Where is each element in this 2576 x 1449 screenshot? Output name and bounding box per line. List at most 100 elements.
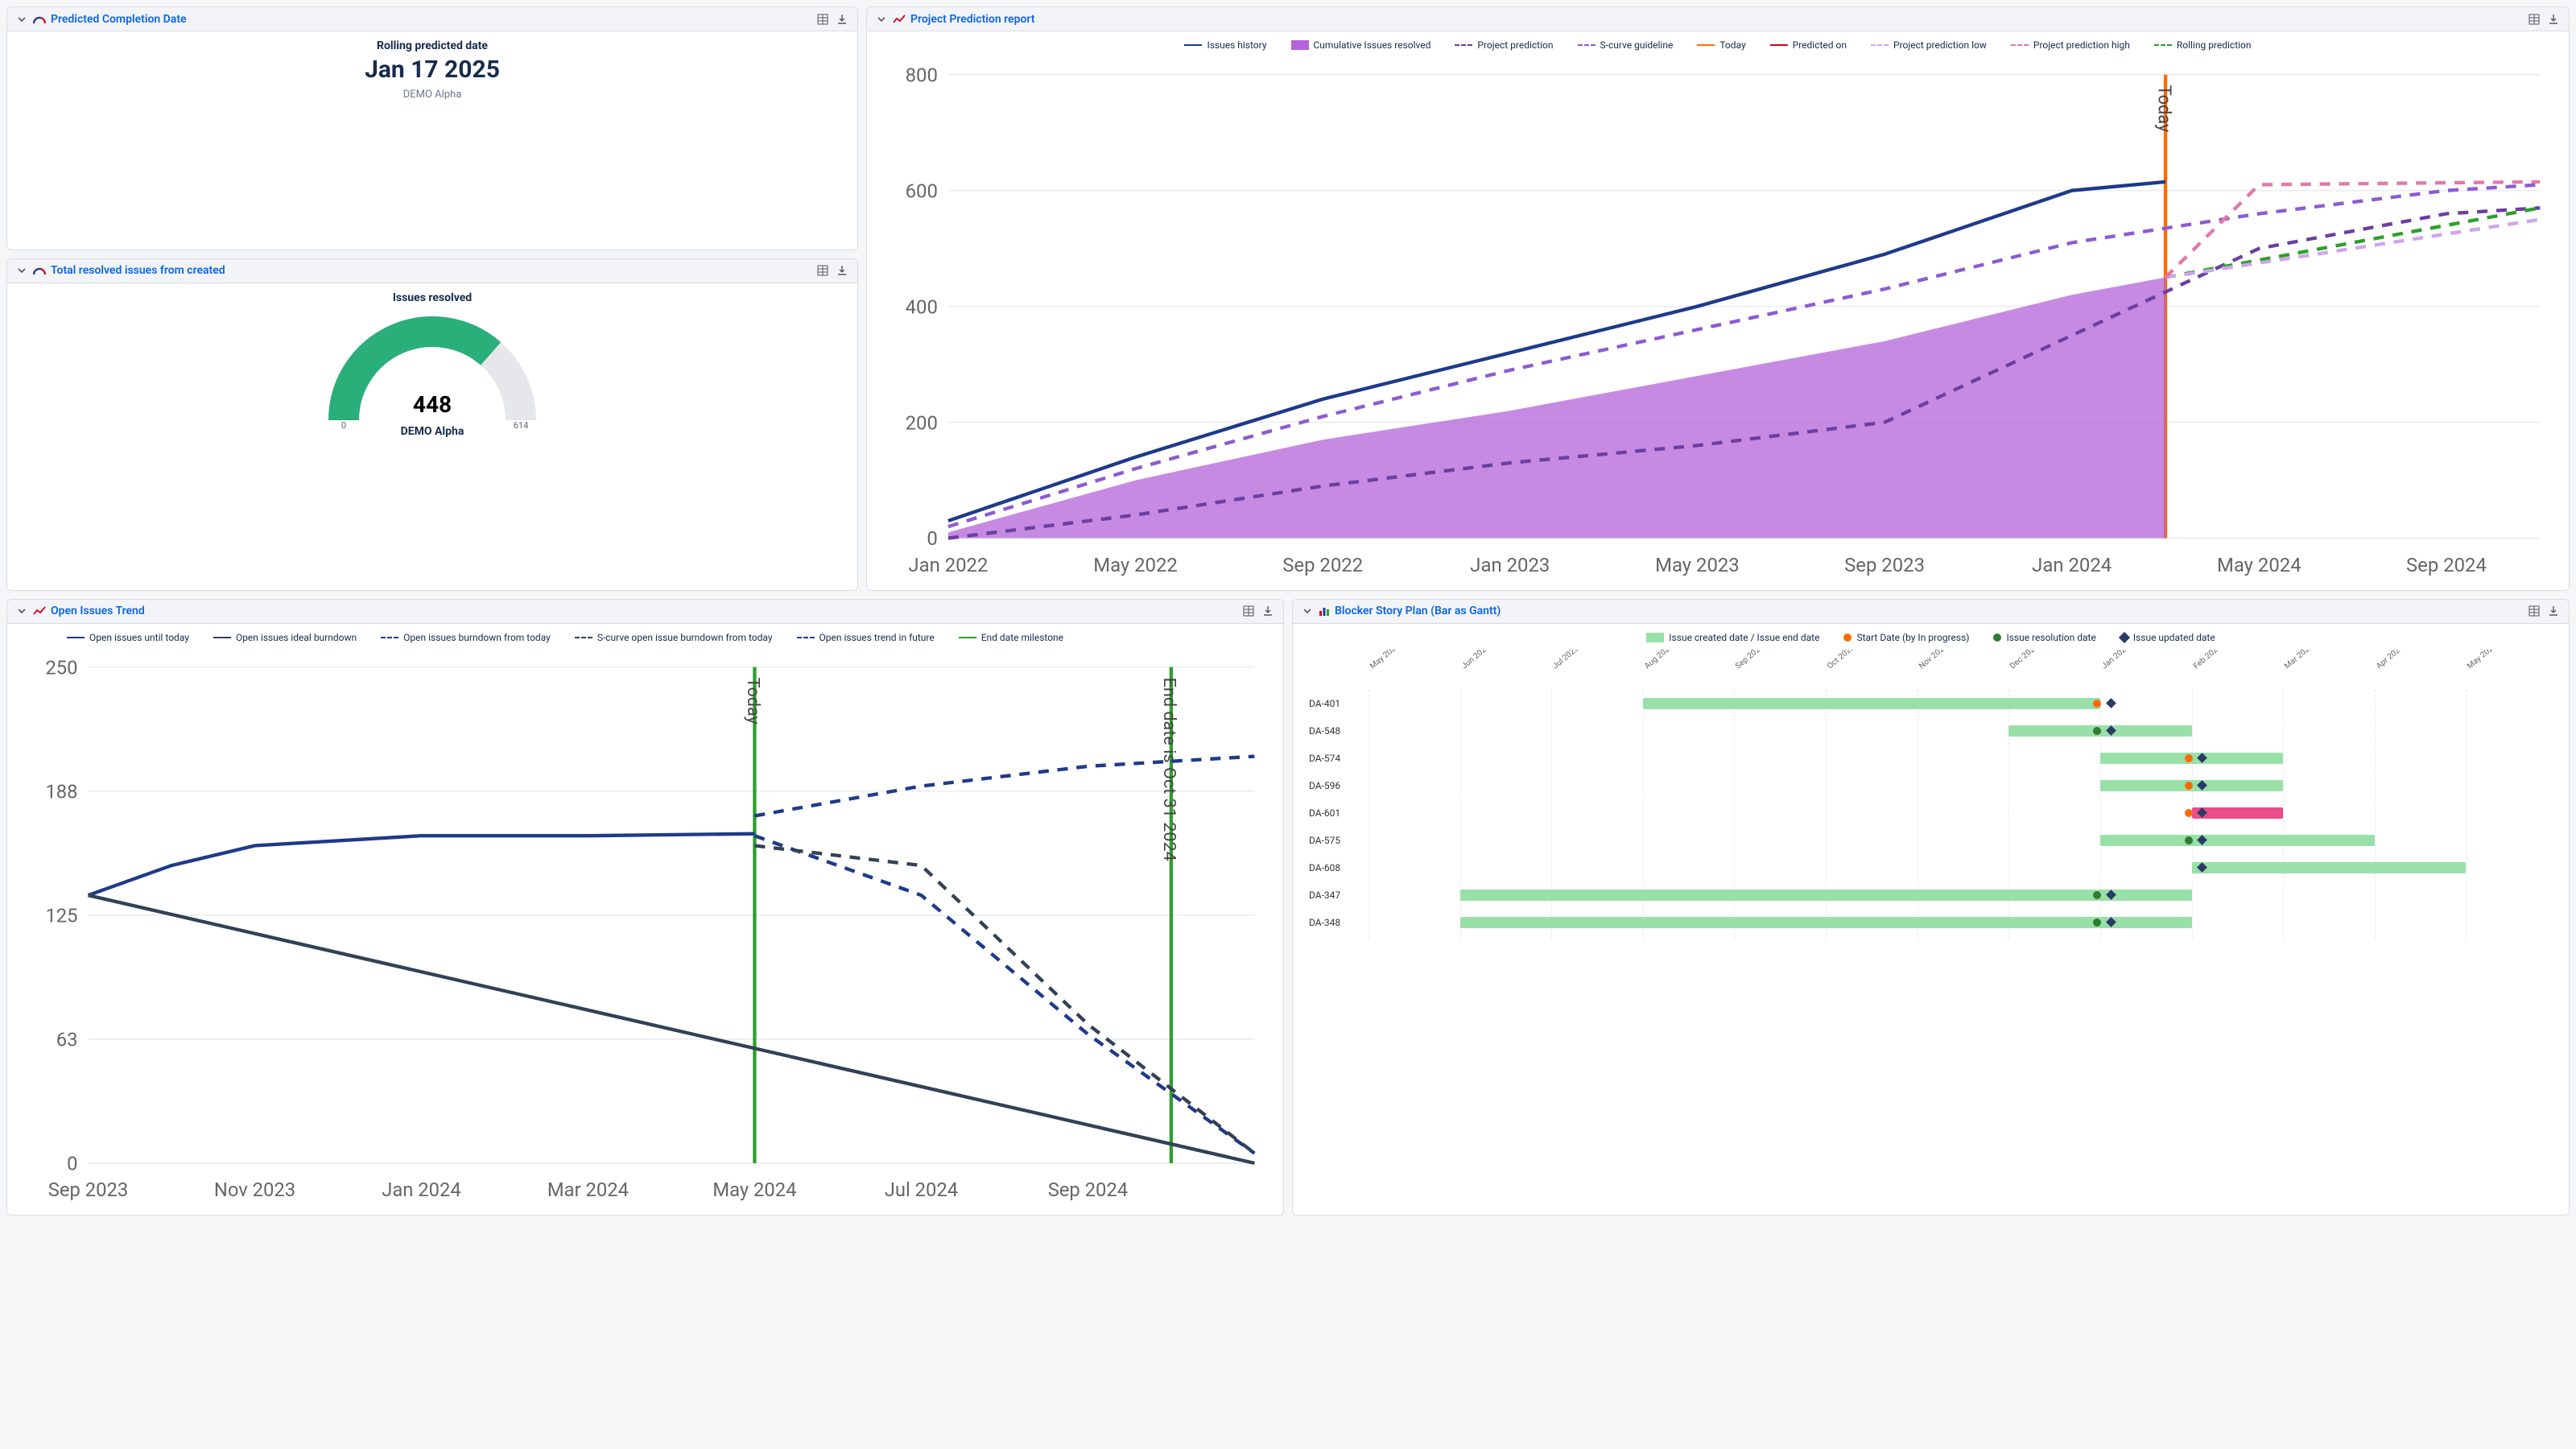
kpi-body: Rolling predicted date Jan 17 2025 DEMO … bbox=[7, 31, 857, 250]
legend-item-label: Open issues trend in future bbox=[819, 632, 935, 643]
legend-item[interactable]: Open issues until today bbox=[67, 632, 189, 643]
panel-predicted-completion: Predicted Completion Date Rolling predic… bbox=[6, 6, 858, 250]
legend-item-label: End date milestone bbox=[981, 632, 1063, 643]
legend-item[interactable]: S-curve open issue burndown from today bbox=[575, 632, 773, 643]
legend-item[interactable]: Issue updated date bbox=[2120, 632, 2215, 643]
legend-item-label: Start Date (by In progress) bbox=[1856, 632, 1969, 643]
gauge-chart[interactable]: 448 0 614 bbox=[312, 308, 553, 428]
line-chart-icon bbox=[893, 14, 906, 25]
legend-item[interactable]: Open issues burndown from today bbox=[381, 632, 551, 643]
panel-gantt: Blocker Story Plan (Bar as Gantt) Issue … bbox=[1292, 599, 2570, 1216]
gantt-bar[interactable] bbox=[2100, 835, 2375, 846]
panel-header: Blocker Story Plan (Bar as Gantt) bbox=[1293, 600, 2569, 624]
legend-item-label: Issue created date / Issue end date bbox=[1669, 632, 1819, 643]
gantt-row-label: DA-347 bbox=[1304, 890, 1368, 901]
panel-header: Total resolved issues from created bbox=[7, 259, 857, 283]
legend-item[interactable]: Rolling prediction bbox=[2154, 39, 2252, 51]
svg-text:Sep 2023: Sep 2023 bbox=[48, 1179, 128, 1201]
table-view-icon[interactable] bbox=[2527, 604, 2541, 618]
collapse-icon[interactable] bbox=[15, 605, 28, 617]
panel-open-issues: Open Issues Trend Open issues until toda… bbox=[6, 599, 1284, 1216]
gantt-row-label: DA-608 bbox=[1304, 862, 1368, 873]
gauge-sub: DEMO Alpha bbox=[19, 425, 846, 438]
table-view-icon[interactable] bbox=[815, 12, 830, 27]
svg-text:Today: Today bbox=[743, 677, 763, 724]
legend-item-label: Open issues ideal burndown bbox=[236, 632, 357, 643]
table-view-icon[interactable] bbox=[815, 263, 830, 278]
chart-body: Issue created date / Issue end date Start… bbox=[1293, 624, 2569, 1215]
gantt-row[interactable]: DA-348 bbox=[1304, 909, 2557, 936]
gantt-row-label: DA-548 bbox=[1304, 725, 1368, 737]
download-icon[interactable] bbox=[1261, 604, 1275, 618]
collapse-icon[interactable] bbox=[15, 264, 28, 277]
open-issues-chart[interactable]: 063125188250Sep 2023Nov 2023Jan 2024Mar … bbox=[19, 650, 1272, 1207]
kpi-value: Jan 17 2025 bbox=[19, 56, 846, 84]
gantt-row[interactable]: DA-601 bbox=[1304, 799, 2557, 827]
panel-title[interactable]: Total resolved issues from created bbox=[51, 264, 225, 277]
download-icon[interactable] bbox=[835, 12, 849, 27]
svg-text:Nov 2023: Nov 2023 bbox=[214, 1179, 295, 1201]
legend-item[interactable]: Issue resolution date bbox=[1993, 632, 2095, 643]
table-view-icon[interactable] bbox=[2527, 12, 2541, 27]
collapse-icon[interactable] bbox=[1301, 605, 1314, 617]
legend-item[interactable]: Project prediction low bbox=[1871, 39, 1987, 51]
legend-item[interactable]: Today bbox=[1697, 39, 1745, 51]
svg-text:0: 0 bbox=[927, 527, 937, 550]
panel-resolved-issues: Total resolved issues from created Issue… bbox=[6, 258, 858, 591]
legend-item-label: Project prediction high bbox=[2033, 39, 2130, 51]
svg-text:May 2022: May 2022 bbox=[1093, 554, 1178, 576]
legend-item-label: Project prediction low bbox=[1893, 39, 1987, 51]
gauge-value: 448 bbox=[413, 391, 452, 418]
gantt-row[interactable]: DA-575 bbox=[1304, 827, 2557, 854]
panel-title[interactable]: Blocker Story Plan (Bar as Gantt) bbox=[1335, 605, 1501, 617]
panel-title[interactable]: Project Prediction report bbox=[910, 13, 1034, 26]
gantt-bar[interactable] bbox=[1460, 890, 2192, 901]
gantt-row[interactable]: DA-574 bbox=[1304, 745, 2557, 772]
legend-item-label: Cumulative Issues resolved bbox=[1314, 39, 1431, 51]
svg-text:Jul 2024: Jul 2024 bbox=[885, 1179, 958, 1201]
panel-header: Predicted Completion Date bbox=[7, 7, 857, 31]
legend-item[interactable]: Project prediction high bbox=[2011, 39, 2130, 51]
legend-item[interactable]: Start Date (by In progress) bbox=[1843, 632, 1969, 643]
panel-title[interactable]: Predicted Completion Date bbox=[51, 13, 187, 26]
download-icon[interactable] bbox=[835, 263, 849, 278]
gantt-row[interactable]: DA-347 bbox=[1304, 881, 2557, 909]
legend-item[interactable]: Project prediction bbox=[1455, 39, 1553, 51]
gauge-min: 0 bbox=[341, 420, 346, 428]
legend-item[interactable]: Cumulative Issues resolved bbox=[1291, 39, 1431, 51]
legend-item[interactable]: End date milestone bbox=[959, 632, 1063, 643]
gantt-row-label: DA-348 bbox=[1304, 917, 1368, 928]
gantt-row-label: DA-575 bbox=[1304, 835, 1368, 846]
gantt-bar[interactable] bbox=[2192, 862, 2467, 873]
legend-item-label: Predicted on bbox=[1793, 39, 1847, 51]
panel-title[interactable]: Open Issues Trend bbox=[51, 605, 145, 617]
legend-item-label: Rolling prediction bbox=[2177, 39, 2252, 51]
legend-item[interactable]: S-curve guideline bbox=[1578, 39, 1674, 51]
legend-item[interactable]: Issues history bbox=[1184, 39, 1266, 51]
svg-text:Sep 2023: Sep 2023 bbox=[1844, 554, 1925, 576]
legend-item-label: Issues history bbox=[1207, 39, 1266, 51]
svg-text:Jan 2024: Jan 2024 bbox=[382, 1179, 460, 1201]
gantt-row[interactable]: DA-596 bbox=[1304, 772, 2557, 799]
gantt-bar[interactable] bbox=[1643, 698, 2100, 709]
download-icon[interactable] bbox=[2546, 12, 2561, 27]
gantt-row[interactable]: DA-548 bbox=[1304, 717, 2557, 745]
project-prediction-chart[interactable]: 0200400600800Jan 2022May 2022Sep 2022Jan… bbox=[878, 57, 2557, 582]
svg-text:188: 188 bbox=[45, 780, 77, 803]
legend-item[interactable]: Predicted on bbox=[1770, 39, 1847, 51]
collapse-icon[interactable] bbox=[15, 13, 28, 26]
gantt-row[interactable]: DA-401 bbox=[1304, 690, 2557, 717]
gantt-bar[interactable] bbox=[1460, 917, 2192, 928]
legend-item[interactable]: Issue created date / Issue end date bbox=[1646, 632, 1819, 643]
kpi-label: Rolling predicted date bbox=[19, 39, 846, 52]
table-view-icon[interactable] bbox=[1241, 604, 1256, 618]
svg-text:125: 125 bbox=[45, 904, 77, 927]
legend-item[interactable]: Open issues trend in future bbox=[797, 632, 935, 643]
collapse-icon[interactable] bbox=[875, 13, 888, 26]
svg-text:63: 63 bbox=[56, 1028, 78, 1051]
svg-text:800: 800 bbox=[906, 64, 938, 86]
gantt-row[interactable]: DA-608 bbox=[1304, 854, 2557, 881]
gantt-chart[interactable]: May 2023Jun 2023Jul 2023Aug 2023Sep 2023… bbox=[1304, 650, 2557, 939]
download-icon[interactable] bbox=[2546, 604, 2561, 618]
legend-item[interactable]: Open issues ideal burndown bbox=[213, 632, 357, 643]
